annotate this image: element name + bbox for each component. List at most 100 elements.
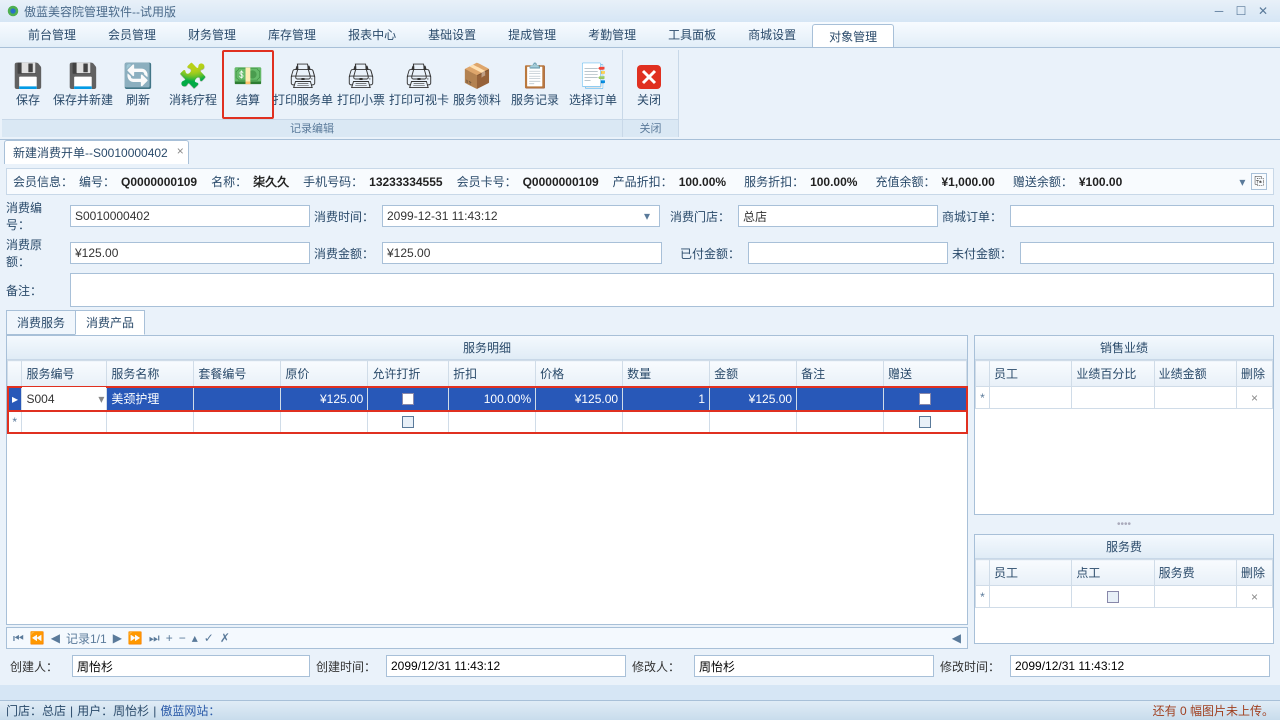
record-navigator[interactable]: ⏮ ⏪ ◀ 记录1/1 ▶ ⏩ ⏭ + − ▴ ✓ ✗ ◀ [6, 627, 968, 649]
menu-提成管理[interactable]: 提成管理 [492, 22, 572, 47]
ribbon-打印服务单[interactable]: 🖨打印服务单 [274, 50, 332, 119]
menu-基础设置[interactable]: 基础设置 [412, 22, 492, 47]
close-button[interactable]: 关闭 [623, 50, 675, 119]
ribbon-结算[interactable]: 💵结算 [222, 50, 274, 119]
table-row[interactable]: ▸ S004▾ 美颈护理 ¥125.00 100.00% ¥125.00 1 ¥… [8, 387, 967, 411]
modify-time-input[interactable] [1010, 655, 1270, 677]
remark-input[interactable] [70, 273, 1274, 307]
刷新-icon: 🔄 [123, 62, 153, 92]
unpaid-input[interactable] [1020, 242, 1274, 264]
col-删除[interactable]: 删除 [1237, 361, 1273, 387]
col-原价[interactable]: 原价 [281, 361, 368, 387]
service-detail-grid: 服务编号服务名称套餐编号原价允许打折折扣价格数量金额备注赠送 ▸ S004▾ 美… [7, 360, 967, 433]
ribbon-打印小票[interactable]: 🖨打印小票 [332, 50, 390, 119]
app-logo-icon [6, 4, 20, 18]
table-row-new[interactable]: *× [976, 586, 1273, 608]
sales-perf-title: 销售业绩 [975, 336, 1273, 360]
nav-check-icon[interactable]: ✓ [204, 631, 214, 645]
service-detail-title: 服务明细 [7, 336, 967, 360]
nav-remove-icon[interactable]: − [179, 631, 186, 645]
nav-last-icon[interactable]: ⏭ [149, 631, 160, 646]
col-赠送[interactable]: 赠送 [884, 361, 967, 387]
ribbon-保存并新建[interactable]: 💾保存并新建 [54, 50, 112, 119]
close-window-button[interactable]: ✕ [1252, 3, 1274, 19]
col-金额[interactable]: 金额 [710, 361, 797, 387]
menu-库存管理[interactable]: 库存管理 [252, 22, 332, 47]
subtab-消费服务[interactable]: 消费服务 [6, 310, 76, 335]
menu-工具面板[interactable]: 工具面板 [652, 22, 732, 47]
mall-order-input[interactable] [1010, 205, 1274, 227]
ribbon-close-group-label: 关闭 [623, 119, 678, 137]
nav-edit-icon[interactable]: ▴ [192, 631, 198, 645]
nav-nextpage-icon[interactable]: ⏩ [128, 631, 143, 645]
subtab-消费产品[interactable]: 消费产品 [75, 310, 145, 335]
ribbon-服务领料[interactable]: 📦服务领料 [448, 50, 506, 119]
table-row-new[interactable]: * [8, 411, 967, 433]
nav-prevpage-icon[interactable]: ⏪ [30, 631, 45, 645]
table-row-new[interactable]: *× [976, 387, 1273, 409]
dropdown-icon[interactable]: ▾ [98, 392, 104, 406]
ribbon-保存[interactable]: 💾保存 [2, 50, 54, 119]
amount-input[interactable] [382, 242, 662, 264]
col-允许打折[interactable]: 允许打折 [368, 361, 449, 387]
order-no-input[interactable] [70, 205, 310, 227]
card-lookup-icon[interactable]: ⎘ [1251, 173, 1267, 190]
menu-考勤管理[interactable]: 考勤管理 [572, 22, 652, 47]
col-套餐编号[interactable]: 套餐编号 [194, 361, 281, 387]
maximize-button[interactable]: ☐ [1230, 3, 1252, 19]
menu-前台管理[interactable]: 前台管理 [12, 22, 92, 47]
order-time-input[interactable] [382, 205, 660, 227]
menu-会员管理[interactable]: 会员管理 [92, 22, 172, 47]
col-服务编号[interactable]: 服务编号 [22, 361, 107, 387]
col-数量[interactable]: 数量 [623, 361, 710, 387]
ribbon-选择订单[interactable]: 📑选择订单 [564, 50, 622, 119]
creator-input[interactable] [72, 655, 310, 677]
nav-left-icon[interactable]: ◀ [952, 631, 961, 645]
打印小票-icon: 🖨 [346, 62, 376, 92]
打印服务单-icon: 🖨 [288, 62, 318, 92]
ribbon-消耗疗程[interactable]: 🧩消耗疗程 [164, 50, 222, 119]
main-menubar: 前台管理会员管理财务管理库存管理报表中心基础设置提成管理考勤管理工具面板商城设置… [0, 22, 1280, 48]
original-amount-input[interactable] [70, 242, 310, 264]
menu-商城设置[interactable]: 商城设置 [732, 22, 812, 47]
col-员工[interactable]: 员工 [990, 560, 1072, 586]
dropdown-icon[interactable]: ▾ [1239, 175, 1245, 189]
nav-cancel-icon[interactable]: ✗ [220, 631, 230, 645]
modifier-input[interactable] [694, 655, 934, 677]
close-tab-icon[interactable]: × [177, 144, 184, 158]
nav-next-icon[interactable]: ▶ [113, 631, 122, 645]
col-删除[interactable]: 删除 [1237, 560, 1273, 586]
ribbon-服务记录[interactable]: 📋服务记录 [506, 50, 564, 119]
create-time-input[interactable] [386, 655, 626, 677]
col-服务名称[interactable]: 服务名称 [107, 361, 194, 387]
paid-input[interactable] [748, 242, 948, 264]
footer-form: 创建人： 创建时间： 修改人： 修改时间： [6, 649, 1274, 683]
col-服务费[interactable]: 服务费 [1154, 560, 1236, 586]
col-折扣[interactable]: 折扣 [449, 361, 536, 387]
menu-对象管理[interactable]: 对象管理 [812, 24, 894, 47]
allow-discount-checkbox[interactable] [402, 393, 414, 405]
nav-add-icon[interactable]: + [166, 631, 173, 645]
ribbon-打印可视卡[interactable]: 🖨打印可视卡 [390, 50, 448, 119]
nav-first-icon[interactable]: ⏮ [13, 631, 24, 646]
minimize-button[interactable]: ─ [1208, 3, 1230, 19]
menu-报表中心[interactable]: 报表中心 [332, 22, 412, 47]
gift-checkbox[interactable] [919, 393, 931, 405]
col-价格[interactable]: 价格 [536, 361, 623, 387]
menu-财务管理[interactable]: 财务管理 [172, 22, 252, 47]
dropdown-icon[interactable]: ▾ [644, 209, 650, 223]
nav-prev-icon[interactable]: ◀ [51, 631, 60, 645]
site-link[interactable]: 傲蓝网站： [160, 702, 220, 719]
store-input[interactable] [738, 205, 938, 227]
ribbon-刷新[interactable]: 🔄刷新 [112, 50, 164, 119]
service-fee-title: 服务费 [975, 535, 1273, 559]
选择订单-icon: 📑 [578, 62, 608, 92]
col-业绩金额[interactable]: 业绩金额 [1154, 361, 1236, 387]
col-备注[interactable]: 备注 [797, 361, 884, 387]
status-bar: 门店：总店 | 用户：周怡杉 | 傲蓝网站： 还有 0 幅图片未上传。 [0, 700, 1280, 720]
col-点工[interactable]: 点工 [1072, 560, 1154, 586]
保存并新建-icon: 💾 [68, 62, 98, 92]
document-tab[interactable]: 新建消费开单--S0010000402 × [4, 140, 189, 164]
col-业绩百分比[interactable]: 业绩百分比 [1072, 361, 1154, 387]
col-员工[interactable]: 员工 [990, 361, 1072, 387]
